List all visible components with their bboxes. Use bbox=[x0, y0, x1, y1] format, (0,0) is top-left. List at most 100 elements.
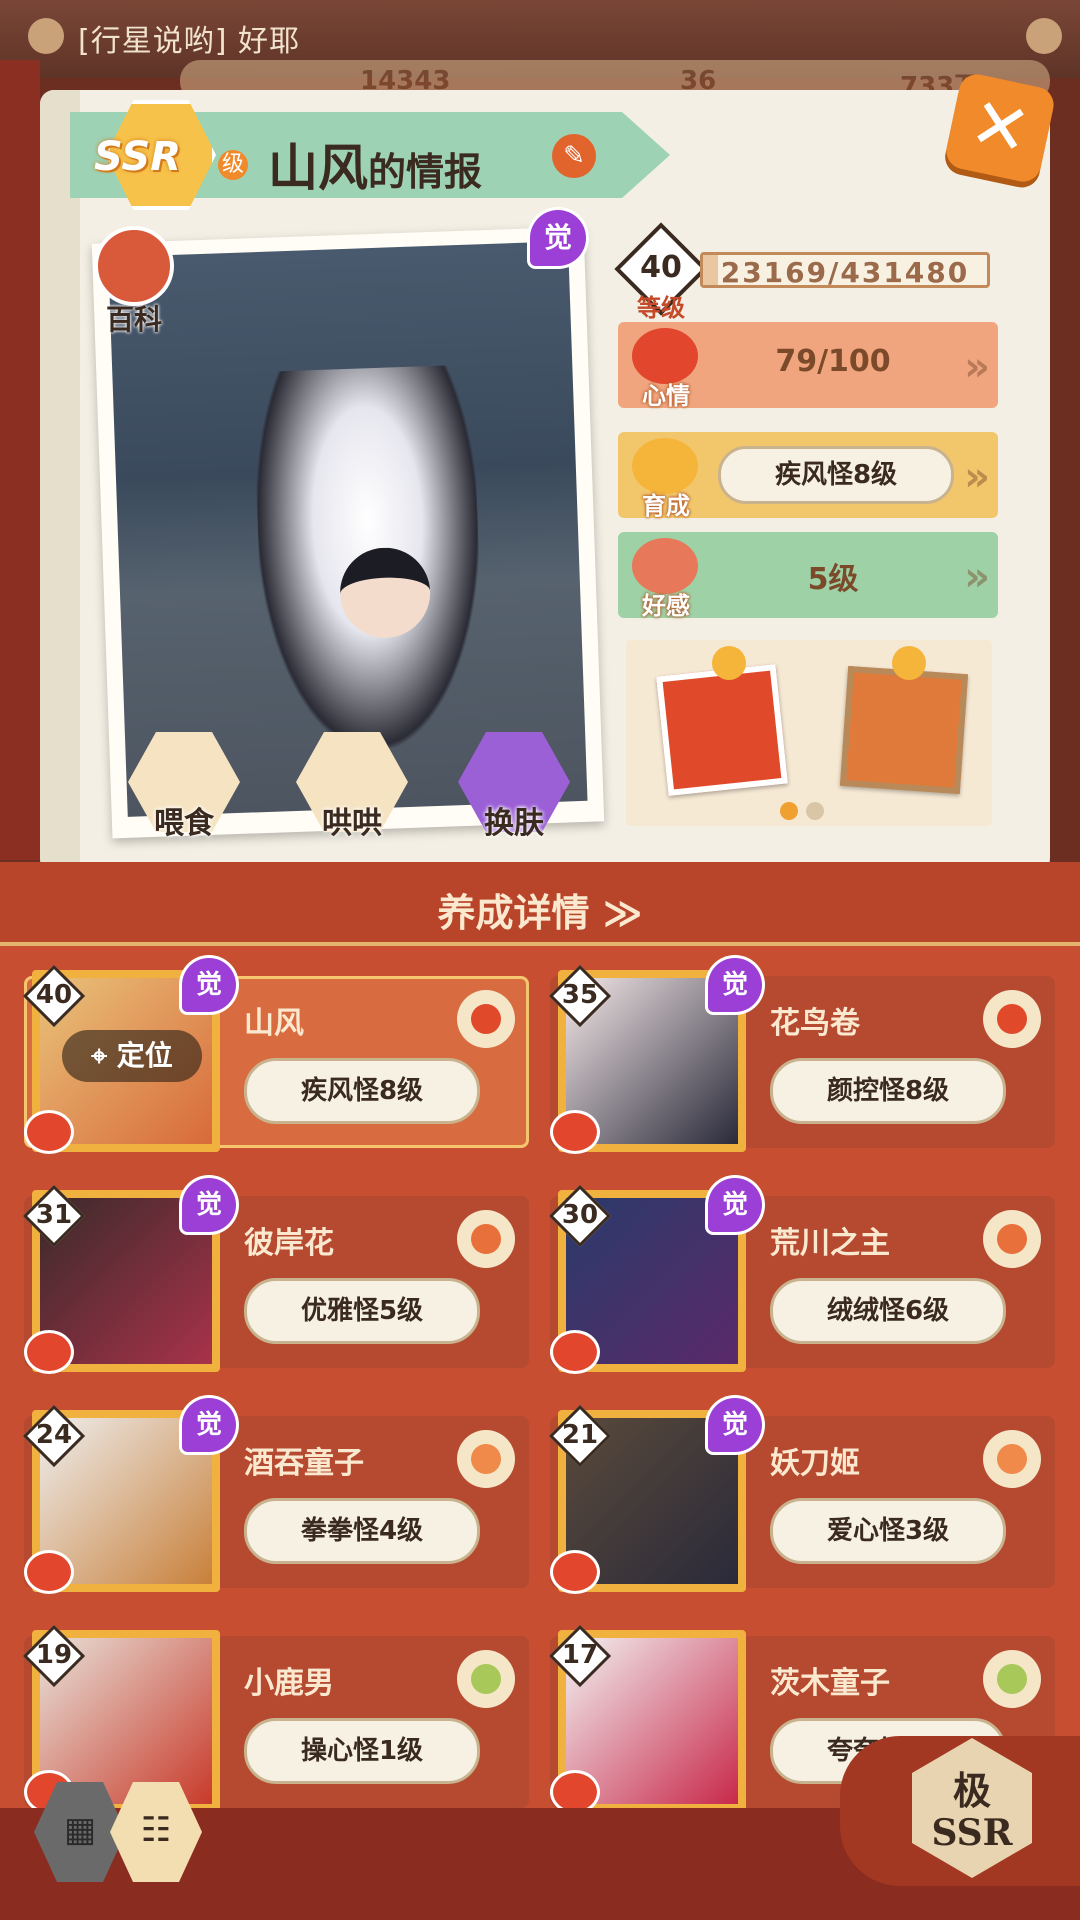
heart-icon bbox=[24, 1330, 74, 1374]
change-skin-button[interactable]: 换肤 bbox=[458, 732, 570, 844]
dot-active bbox=[780, 802, 798, 820]
level-diamond: 21 bbox=[548, 1404, 612, 1468]
heart-icon bbox=[550, 1550, 600, 1594]
development-header[interactable]: 养成详情 ≫ bbox=[0, 862, 1080, 946]
flower-icon bbox=[28, 18, 64, 54]
left-decoration bbox=[0, 60, 40, 860]
affection-row[interactable]: 好感 5级 » bbox=[618, 532, 998, 620]
list-icon: ☷ bbox=[140, 1810, 172, 1850]
feed-label: 喂食 bbox=[154, 806, 214, 841]
change-skin-label: 换肤 bbox=[484, 806, 544, 841]
shikigami-card[interactable]: ⌖ 定位 40 觉 山风 疾风怪8级 bbox=[22, 958, 529, 1154]
rarity-line2: SSR bbox=[931, 1812, 1013, 1854]
rename-pencil-icon[interactable]: ✎ bbox=[552, 134, 596, 178]
trait-pill: 疾风怪8级 bbox=[244, 1058, 480, 1124]
shikigami-card[interactable]: 24 觉 酒吞童子 拳拳怪4级 bbox=[22, 1398, 529, 1594]
rarity-line1: 极 bbox=[952, 1769, 991, 1813]
exp-bar: 23169/431480 bbox=[700, 252, 990, 289]
affection-flower-icon bbox=[457, 990, 515, 1048]
exp-text: 23169/431480 bbox=[720, 256, 970, 289]
awaken-icon: 觉 bbox=[530, 210, 586, 266]
close-button[interactable]: ✕ bbox=[943, 71, 1057, 185]
locate-button[interactable]: ⌖ 定位 bbox=[62, 1030, 202, 1082]
affection-flower-icon bbox=[457, 1210, 515, 1268]
mood-value: 79/100 bbox=[775, 344, 891, 379]
awaken-icon: 觉 bbox=[708, 1178, 762, 1232]
favorites-carousel[interactable] bbox=[626, 640, 992, 826]
shikigami-name: 彼岸花 bbox=[244, 1226, 334, 1261]
level-diamond: 30 bbox=[548, 1184, 612, 1248]
trait-pill: 优雅怪5级 bbox=[244, 1278, 480, 1344]
trait-pill: 颜控怪8级 bbox=[770, 1058, 1006, 1124]
level-diamond: 35 bbox=[548, 964, 612, 1028]
level-label: 等级 bbox=[637, 294, 685, 322]
heart-icon bbox=[24, 1110, 74, 1154]
shikigami-card[interactable]: 35 觉 花鸟卷 颜控怪8级 bbox=[548, 958, 1055, 1154]
smile-icon bbox=[712, 646, 746, 680]
chevron-right-icon: » bbox=[964, 344, 990, 390]
level-diamond: 40 bbox=[22, 964, 86, 1028]
carousel-dots bbox=[780, 802, 840, 822]
close-icon: ✕ bbox=[962, 80, 1038, 174]
rank-badge: SSR 级 bbox=[86, 100, 248, 210]
heart-icon bbox=[550, 1110, 600, 1154]
dot-inactive bbox=[806, 802, 824, 820]
shikigami-card[interactable]: 21 觉 妖刀姬 爱心怪3级 bbox=[548, 1398, 1055, 1594]
awaken-icon: 觉 bbox=[182, 1398, 236, 1452]
flower-icon bbox=[1026, 18, 1062, 54]
shikigami-name: 花鸟卷 bbox=[770, 1006, 860, 1041]
mood-row[interactable]: 心情 79/100 » bbox=[618, 322, 998, 410]
shikigami-name: 山风 bbox=[244, 1006, 304, 1041]
shikigami-name: 酒吞童子 bbox=[244, 1446, 364, 1481]
affection-flower-icon bbox=[983, 1210, 1041, 1268]
feed-button[interactable]: 喂食 bbox=[128, 732, 240, 844]
chevron-right-icon: » bbox=[964, 554, 990, 600]
affection-bud-icon bbox=[983, 1430, 1041, 1488]
growth-row[interactable]: 育成 疾风怪8级 » bbox=[618, 432, 998, 520]
affection-seed-icon bbox=[457, 1650, 515, 1708]
rank-label: SSR bbox=[94, 134, 181, 180]
awaken-icon: 觉 bbox=[182, 958, 236, 1012]
trait-pill: 拳拳怪4级 bbox=[244, 1498, 480, 1564]
affection-value: 5级 bbox=[807, 562, 859, 597]
shikigami-name: 茨木童子 bbox=[770, 1666, 890, 1701]
level-diamond: 24 bbox=[22, 1404, 86, 1468]
tempura-gift-icon[interactable] bbox=[656, 664, 788, 796]
growth-label: 育成 bbox=[642, 492, 690, 520]
chat-message: [行星说哟] 好耶 bbox=[78, 24, 300, 59]
title-name: 山风 bbox=[268, 139, 368, 197]
shikigami-card[interactable]: 31 觉 彼岸花 优雅怪5级 bbox=[22, 1178, 529, 1374]
lantern-gift-icon[interactable] bbox=[839, 665, 969, 795]
awaken-icon: 觉 bbox=[182, 1178, 236, 1232]
chevron-right-icon: » bbox=[964, 454, 990, 500]
growth-value: 疾风怪8级 bbox=[718, 446, 954, 504]
smile-icon bbox=[892, 646, 926, 680]
coax-label: 哄哄 bbox=[322, 806, 382, 841]
encyclopedia-label: 百科 bbox=[105, 303, 162, 336]
development-title: 养成详情 ≫ bbox=[437, 891, 643, 935]
heart-icon bbox=[550, 1330, 600, 1374]
coax-button[interactable]: 哄哄 bbox=[296, 732, 408, 844]
awaken-icon: 觉 bbox=[708, 1398, 762, 1452]
level-diamond: 19 bbox=[22, 1624, 86, 1688]
level-diamond: 31 bbox=[22, 1184, 86, 1248]
rank-suffix: 级 bbox=[218, 150, 248, 180]
trait-pill: 绒绒怪6级 bbox=[770, 1278, 1006, 1344]
shikigami-card[interactable]: 30 觉 荒川之主 绒绒怪6级 bbox=[548, 1178, 1055, 1374]
trait-pill: 爱心怪3级 bbox=[770, 1498, 1006, 1564]
affection-bud-icon bbox=[457, 1430, 515, 1488]
level-diamond: 17 bbox=[548, 1624, 612, 1688]
encyclopedia-button[interactable]: 百科 bbox=[84, 226, 184, 336]
heart-icon bbox=[24, 1550, 74, 1594]
level-value: 40 bbox=[640, 250, 682, 285]
page-title: 山风的情报 bbox=[268, 128, 482, 200]
mood-label: 心情 bbox=[642, 382, 690, 410]
book-icon bbox=[94, 226, 174, 306]
trait-pill: 操心怪1级 bbox=[244, 1718, 480, 1784]
title-tail: 的情报 bbox=[368, 150, 483, 194]
affection-flower-icon bbox=[983, 990, 1041, 1048]
affection-label: 好感 bbox=[642, 592, 690, 620]
shikigami-name: 荒川之主 bbox=[770, 1226, 890, 1261]
affection-seed-icon bbox=[983, 1650, 1041, 1708]
shikigami-name: 小鹿男 bbox=[244, 1666, 334, 1701]
